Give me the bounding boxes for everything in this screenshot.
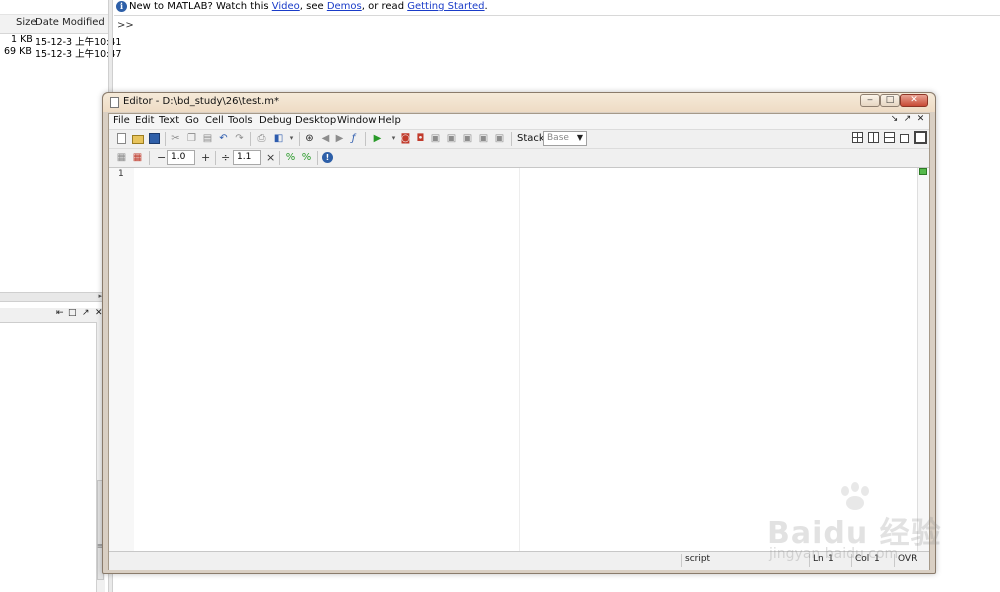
cut-icon[interactable]: ✂ <box>169 132 182 145</box>
menu-window[interactable]: Window <box>337 115 376 126</box>
info-suffix: . <box>484 1 488 12</box>
stack-value: Base <box>547 133 569 143</box>
divide-button[interactable]: ÷ <box>221 151 230 164</box>
file-list-header: Size Date Modified <box>0 14 108 34</box>
line-number: 1 <box>118 169 124 179</box>
close-icon[interactable]: ✕ <box>914 114 927 124</box>
panel-splitter[interactable]: ▸ <box>0 292 104 302</box>
help-icon[interactable]: ! <box>322 152 333 163</box>
exit-debug-icon[interactable]: ▣ <box>493 132 506 145</box>
info-prefix: New to MATLAB? Watch this <box>129 1 272 12</box>
right-text-margin <box>519 168 520 551</box>
undo-icon[interactable]: ↶ <box>217 132 230 145</box>
step-icon[interactable]: ▣ <box>429 132 442 145</box>
multiply-button[interactable]: × <box>266 151 275 164</box>
maximize-icon[interactable]: □ <box>68 308 77 318</box>
step-in-icon[interactable]: ▣ <box>445 132 458 145</box>
getting-started-link[interactable]: Getting Started <box>407 1 484 12</box>
decrement-button[interactable]: − <box>157 151 166 164</box>
float-layout-icon[interactable] <box>900 134 909 143</box>
baidu-watermark: Baidu 经验 jingyan.baidu.com <box>765 482 965 582</box>
file-row[interactable]: 69 KB 15-12-3 上午10:47 <box>0 46 121 60</box>
function-icon[interactable]: ƒ <box>347 132 360 145</box>
video-link[interactable]: Video <box>272 1 300 12</box>
increment-button[interactable]: + <box>201 151 210 164</box>
current-folder-panel: Size Date Modified 1 KB 15-12-3 上午10:41 … <box>0 0 121 592</box>
column-header-date-modified[interactable]: Date Modified <box>35 17 105 28</box>
tile-layout-icon[interactable] <box>852 132 863 143</box>
new-file-icon[interactable] <box>117 133 126 144</box>
file-size: 69 KB <box>4 46 32 57</box>
back-arrow-icon[interactable]: ◀ <box>319 132 332 145</box>
insert-cell-icon[interactable]: ▦ <box>115 151 128 164</box>
info-separator: , see <box>299 1 327 12</box>
minimize-button[interactable]: ‒ <box>860 94 880 107</box>
editor-title: Editor - D:\bd_study\26\test.m* <box>123 96 280 107</box>
chevron-down-icon: ▼ <box>576 133 583 142</box>
maximize-button[interactable]: □ <box>880 94 900 107</box>
dock-icon[interactable]: ↘ <box>888 114 901 124</box>
comment-icon[interactable]: % <box>284 151 297 164</box>
undock-icon[interactable]: ↗ <box>901 114 914 124</box>
document-icon <box>110 97 119 108</box>
menu-bar: File Edit Text Go Cell Tools Debug Deskt… <box>109 114 929 129</box>
menu-tools[interactable]: Tools <box>228 115 253 126</box>
code-analyzer-status-icon[interactable] <box>919 168 927 175</box>
redo-icon[interactable]: ↷ <box>233 132 246 145</box>
decrement-value-input[interactable]: 1.0 <box>167 150 195 165</box>
close-button[interactable]: ✕ <box>900 94 928 107</box>
editor-titlebar[interactable]: Editor - D:\bd_study\26\test.m* ‒ □ ✕ <box>103 93 935 112</box>
uncomment-icon[interactable]: % <box>300 151 313 164</box>
menu-debug[interactable]: Debug <box>259 115 292 126</box>
multiply-value-input[interactable]: 1.1 <box>233 150 261 165</box>
dropdown-arrow-icon[interactable]: ▾ <box>285 132 298 145</box>
command-window-info-bar: i New to MATLAB? Watch this Video, see D… <box>114 0 1000 16</box>
paste-icon[interactable]: ▤ <box>201 132 214 145</box>
line-number-gutter: 1 <box>109 168 134 551</box>
top-bottom-layout-icon[interactable] <box>884 132 895 143</box>
find-icon[interactable]: ⊛ <box>303 132 316 145</box>
print-icon[interactable]: ⎙ <box>255 132 268 145</box>
menu-text[interactable]: Text <box>159 115 179 126</box>
menu-desktop[interactable]: Desktop <box>295 115 336 126</box>
set-breakpoint-icon[interactable]: ◙ <box>399 132 412 145</box>
left-right-layout-icon[interactable] <box>868 132 879 143</box>
menu-file[interactable]: File <box>113 115 130 126</box>
info-icon: i <box>116 1 127 12</box>
maximize-layout-icon[interactable] <box>914 131 927 144</box>
file-row[interactable]: 1 KB 15-12-3 上午10:41 <box>0 34 121 48</box>
evaluate-cell-icon[interactable]: ▦ <box>131 151 144 164</box>
workspace-titlebar: ⇤ □ ↗ ✕ <box>0 308 108 323</box>
publish-icon[interactable]: ◧ <box>272 132 285 145</box>
column-header-size[interactable]: Size <box>16 17 37 28</box>
clear-breakpoints-icon[interactable]: ◘ <box>414 132 427 145</box>
copy-icon[interactable]: ❐ <box>185 132 198 145</box>
step-out-icon[interactable]: ▣ <box>461 132 474 145</box>
dock-icon[interactable]: ↗ <box>82 308 90 318</box>
file-size: 1 KB <box>11 34 33 45</box>
watermark-url: jingyan.baidu.com <box>769 546 899 562</box>
demos-link[interactable]: Demos <box>327 1 362 12</box>
menu-edit[interactable]: Edit <box>135 115 154 126</box>
run-icon[interactable]: ▶ <box>371 132 384 145</box>
menu-go[interactable]: Go <box>185 115 199 126</box>
main-toolbar: ✂ ❐ ▤ ↶ ↷ ⎙ ◧ ▾ ⊛ ◀ ▶ ƒ ▶ ▾ ◙ ◘ ▣ ▣ ▣ ▣ … <box>109 129 929 148</box>
menu-help[interactable]: Help <box>378 115 401 126</box>
cell-toolbar: ▦ ▦ − 1.0 + ÷ 1.1 × % % ! <box>109 148 929 168</box>
menu-cell[interactable]: Cell <box>205 115 224 126</box>
forward-arrow-icon[interactable]: ▶ <box>333 132 346 145</box>
continue-icon[interactable]: ▣ <box>477 132 490 145</box>
stack-select[interactable]: Base ▼ <box>543 131 587 146</box>
info-text: New to MATLAB? Watch this Video, see Dem… <box>129 1 488 12</box>
info-separator: , or read <box>361 1 408 12</box>
undock-icon[interactable]: ⇤ <box>56 308 64 318</box>
command-prompt[interactable]: >> <box>117 20 134 31</box>
editor-dock-controls: ↘ ↗ ✕ <box>888 114 927 124</box>
open-folder-icon[interactable] <box>132 135 144 144</box>
save-icon[interactable] <box>149 133 160 144</box>
